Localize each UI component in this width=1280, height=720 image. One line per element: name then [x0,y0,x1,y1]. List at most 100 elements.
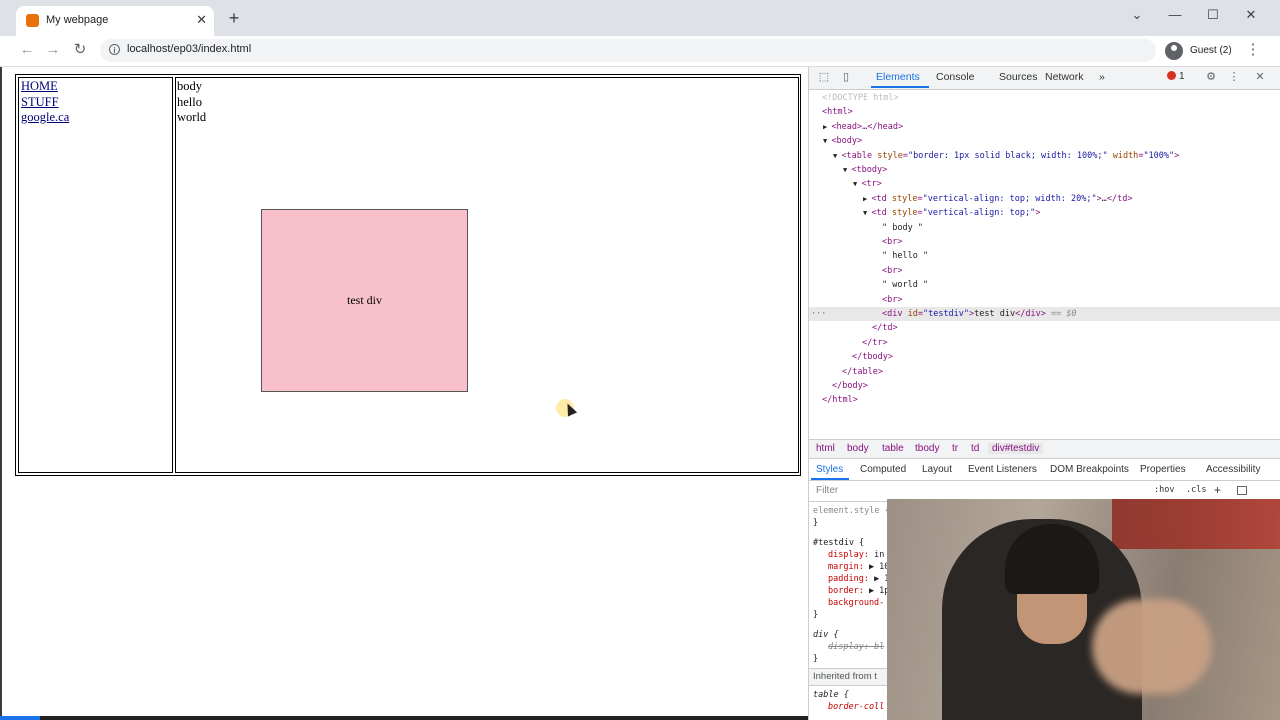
dom-node[interactable]: ▼ <tr> [809,177,1280,191]
dom-node[interactable]: </table> [809,365,1280,379]
minimize-button[interactable]: — [1155,5,1195,25]
crumb-body[interactable]: body [847,443,869,454]
devtools-tabbar: ⬚ ▯ Elements Console Sources Network » 1… [809,67,1280,90]
dom-attr-value: "vertical-align: top;" [922,208,1036,219]
close-window-button[interactable]: ✕ [1231,5,1271,25]
dom-node[interactable]: </tr> [809,336,1280,350]
dom-tag: </tr> [862,337,888,348]
dom-node[interactable]: </body> [809,379,1280,393]
dom-node-content: <div id="testdiv">test div</div> == $0 [882,307,1077,321]
tab-search-icon[interactable]: ⌄ [1117,5,1157,25]
browser-menu-icon[interactable]: ⋮ [1245,40,1261,60]
tab-sources[interactable]: Sources [999,71,1038,83]
maximize-button[interactable]: ☐ [1193,5,1233,25]
dom-node[interactable]: ▶ <td style="vertical-align: top; width:… [809,192,1280,206]
new-rule-icon[interactable]: + [1214,483,1221,497]
device-toolbar-icon[interactable]: ▯ [839,70,853,84]
css-declaration[interactable]: margin: ▶ 10 [828,561,889,573]
css-property-value: ▶ 1p [863,586,890,596]
dom-node[interactable]: <br> [809,235,1280,249]
hov-toggle[interactable]: :hov [1154,485,1174,495]
css-declaration[interactable]: padding: ▶ 1 [828,573,889,585]
dom-node[interactable]: </html> [809,393,1280,407]
back-button[interactable]: ← [17,40,37,60]
tab-network[interactable]: Network [1045,71,1084,83]
tab-console[interactable]: Console [936,71,975,83]
tab-accessibility[interactable]: Accessibility [1206,464,1260,475]
dom-node[interactable]: ▼ <tbody> [809,163,1280,177]
crumb-tbody[interactable]: tbody [915,443,939,454]
dom-node-content: " world " [882,278,928,292]
dom-node[interactable]: </td> [809,321,1280,335]
crumb-table[interactable]: table [882,443,904,454]
nav-link-home[interactable]: HOME [21,79,69,95]
address-bar[interactable]: i localhost/ep03/index.html [100,39,1156,62]
crumb-html[interactable]: html [816,443,835,454]
tab-properties[interactable]: Properties [1140,464,1186,475]
dom-node[interactable]: <html> [809,105,1280,119]
inspect-element-icon[interactable]: ⬚ [817,70,831,84]
dom-text-node: " world " [882,280,929,291]
devtools-close-icon[interactable]: ✕ [1253,70,1267,84]
css-declaration[interactable]: display: in [828,549,884,561]
dom-node-selected[interactable]: ··· <div id="testdiv">test div</div> == $… [809,307,1280,322]
dom-node[interactable]: " world " [809,278,1280,292]
main-line: hello [177,94,202,109]
more-tabs-icon[interactable]: » [1099,71,1105,83]
dom-node[interactable]: " body " [809,221,1280,235]
error-counter[interactable]: 1 [1167,71,1185,82]
tab-computed[interactable]: Computed [860,464,906,475]
dom-tag: </tbody> [852,352,893,363]
rule-div-prop: display: bl [828,642,885,652]
nav-link-stuff[interactable]: STUFF [21,95,69,111]
dom-node[interactable]: </tbody> [809,350,1280,364]
tab-styles[interactable]: Styles [816,464,843,475]
dom-node[interactable]: ▼ <td style="vertical-align: top;"> [809,206,1280,220]
nav-link-google[interactable]: google.ca [21,110,69,126]
dom-node-content: </body> [832,379,868,393]
dom-attr-name: style [886,193,918,204]
test-div-label: test div [347,293,382,307]
dom-node-content: ▶ <head>…</head> [823,120,903,134]
css-property-value: ▶ 10 [863,562,890,572]
devtools-menu-icon[interactable]: ⋮ [1227,70,1241,84]
info-icon[interactable]: i [109,44,120,55]
dom-inline-text: test div [974,309,1016,319]
tab-elements[interactable]: Elements [876,71,920,83]
forward-button[interactable]: → [43,40,63,60]
dom-node[interactable]: <br> [809,293,1280,307]
dom-tag: <table [841,150,873,161]
browser-tab[interactable]: My webpage ✕ [16,6,214,36]
dom-node[interactable]: <br> [809,264,1280,278]
tab-dom-breakpoints[interactable]: DOM Breakpoints [1050,464,1129,475]
computed-sidebar-icon[interactable] [1237,486,1247,495]
reload-button[interactable]: ↻ [70,40,90,60]
crumb-td[interactable]: td [971,443,979,454]
tab-event-listeners[interactable]: Event Listeners [968,464,1037,475]
dom-tree: <!DOCTYPE html> <html> ▶ <head>…</head> ▼ <… [809,91,1280,436]
css-property-name: background- [828,598,885,608]
dom-node[interactable]: ▼ <table style="border: 1px solid black;… [809,149,1280,163]
dom-node-content: <br> [882,264,902,278]
cls-toggle[interactable]: .cls [1186,485,1206,495]
dom-tag: <td [871,208,887,219]
dom-node[interactable]: ▶ <head>…</head> [809,120,1280,134]
css-declaration[interactable]: background- [828,597,884,609]
left-edge [0,67,9,720]
new-tab-button[interactable]: + [225,9,243,27]
dom-node-content: </td> [872,321,898,335]
settings-gear-icon[interactable]: ⚙ [1204,70,1218,84]
dom-node[interactable]: ▼ <body> [809,134,1280,148]
rule-close: } [813,610,819,620]
tab-close-icon[interactable]: ✕ [196,12,207,28]
dom-tag: <tbody> [851,165,888,175]
filter-input[interactable]: Filter [816,485,838,496]
tab-layout[interactable]: Layout [922,464,952,475]
dom-node-content: <html> [822,105,853,119]
css-declaration[interactable]: border: ▶ 1p [828,585,889,597]
dom-node[interactable]: <!DOCTYPE html> [809,91,1280,105]
rule-div-selector: div { [813,630,839,640]
crumb-testdiv[interactable]: div#testdiv [988,443,1044,454]
dom-node[interactable]: " hello " [809,249,1280,263]
crumb-tr[interactable]: tr [952,443,958,454]
